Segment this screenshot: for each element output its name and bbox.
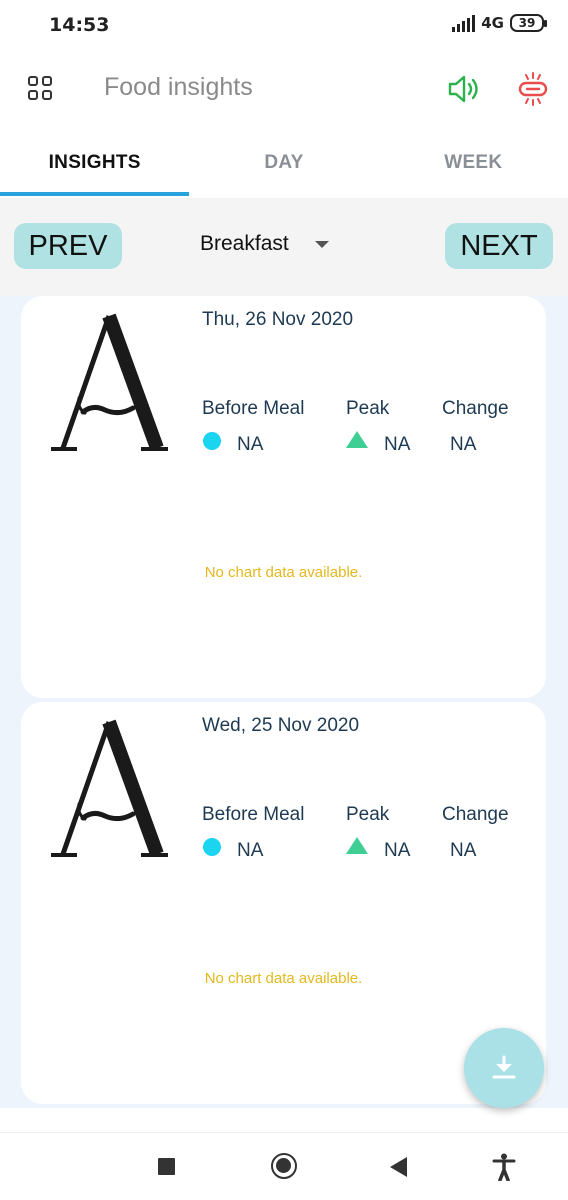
- system-nav-bar: [0, 1132, 568, 1200]
- back-icon[interactable]: [390, 1157, 407, 1177]
- prev-button[interactable]: PREV: [14, 223, 122, 269]
- signal-icon: [452, 14, 476, 32]
- peak-value: NA: [384, 840, 411, 861]
- link-icon[interactable]: [515, 71, 551, 107]
- home-icon[interactable]: [271, 1153, 297, 1179]
- before-meal-label: Before Meal: [202, 398, 305, 419]
- next-button[interactable]: NEXT: [445, 223, 553, 269]
- status-indicators: 4G 39: [452, 14, 547, 32]
- tab-week[interactable]: WEEK: [379, 126, 568, 198]
- tab-day[interactable]: DAY: [189, 126, 378, 198]
- peak-label: Peak: [346, 804, 390, 825]
- meal-selector-bar: PREV Breakfast NEXT: [0, 198, 568, 296]
- insight-card: Thu, 26 Nov 2020 Before Meal Peak Change…: [21, 296, 546, 698]
- meal-dropdown[interactable]: Breakfast: [200, 232, 329, 256]
- caret-down-icon: [314, 240, 329, 248]
- speaker-icon[interactable]: [446, 73, 482, 105]
- peak-triangle-icon: [346, 837, 368, 854]
- metric-values: NA NA NA: [21, 836, 546, 866]
- peak-value: NA: [384, 434, 411, 455]
- tab-insights[interactable]: INSIGHTS: [0, 126, 190, 198]
- page-title: Food insights: [104, 73, 253, 101]
- network-type: 4G: [481, 14, 504, 32]
- status-bar: 14:53 4G 39: [0, 0, 568, 52]
- tab-bar: INSIGHTS DAY WEEK: [0, 126, 568, 198]
- before-meal-dot-icon: [203, 432, 221, 450]
- before-meal-dot-icon: [203, 838, 221, 856]
- grid-menu-icon[interactable]: [28, 76, 54, 102]
- change-value: NA: [450, 840, 477, 861]
- download-button[interactable]: [464, 1028, 544, 1108]
- card-date: Thu, 26 Nov 2020: [202, 309, 354, 330]
- before-meal-label: Before Meal: [202, 804, 305, 825]
- status-time: 14:53: [49, 14, 110, 36]
- metric-values: NA NA NA: [21, 430, 546, 460]
- before-meal-value: NA: [237, 840, 264, 861]
- download-icon: [492, 1055, 516, 1079]
- insight-card: Wed, 25 Nov 2020 Before Meal Peak Change…: [21, 702, 546, 1104]
- empty-chart-message: No chart data available.: [204, 970, 363, 987]
- card-date: Wed, 25 Nov 2020: [202, 715, 360, 736]
- peak-triangle-icon: [346, 431, 368, 448]
- empty-chart-message: No chart data available.: [204, 564, 363, 581]
- battery-level: 39: [518, 16, 536, 30]
- app-bar: Food insights: [0, 52, 568, 126]
- peak-label: Peak: [346, 398, 390, 419]
- meal-dropdown-value: Breakfast: [200, 232, 289, 255]
- change-label: Change: [442, 804, 509, 825]
- change-label: Change: [442, 398, 509, 419]
- before-meal-value: NA: [237, 434, 264, 455]
- recents-icon[interactable]: [158, 1158, 175, 1175]
- accessibility-icon[interactable]: [492, 1153, 516, 1181]
- battery-icon: 39: [510, 14, 547, 32]
- change-value: NA: [450, 434, 477, 455]
- insights-list[interactable]: Thu, 26 Nov 2020 Before Meal Peak Change…: [0, 296, 568, 1108]
